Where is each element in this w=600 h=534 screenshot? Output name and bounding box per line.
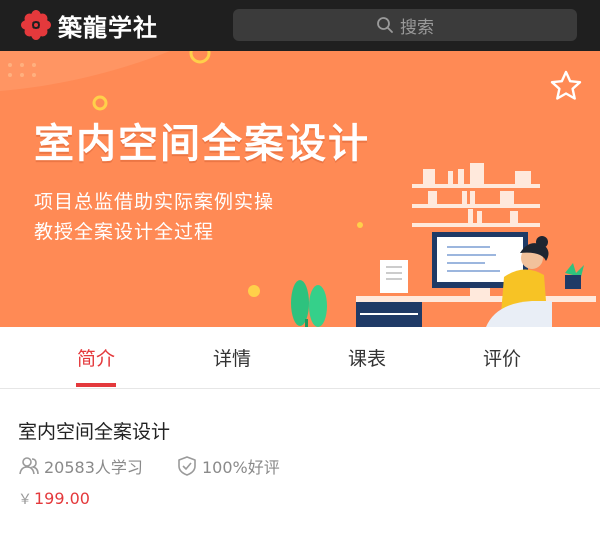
tab-details[interactable]: 详情 [172, 327, 292, 388]
course-tabs: 简介 详情 课表 评价 [0, 327, 600, 389]
banner-subtitle-line2: 教授全案设计全过程 [34, 221, 215, 243]
banner-title: 室内空间全案设计 [34, 121, 370, 167]
learner-count-text: 20583人学习 [44, 458, 143, 477]
search-input[interactable]: 搜索 [233, 9, 577, 41]
search-icon [377, 17, 393, 33]
currency-symbol: ￥ [18, 492, 32, 508]
course-banner[interactable]: 室内空间全案设计 项目总监借助实际案例实操 教授全案设计全过程 [0, 51, 600, 327]
learner-count: 20583人学习 [18, 454, 143, 478]
thumbs-badge-icon [178, 456, 196, 476]
star-outline-icon[interactable] [549, 69, 583, 103]
red-flower-logo-icon [21, 10, 51, 40]
top-bar: 築龍学社 搜索 [0, 0, 600, 51]
tab-reviews[interactable]: 评价 [442, 327, 562, 388]
banner-subtitle-line1: 项目总监借助实际案例实操 [34, 191, 275, 213]
price-value: 199.00 [34, 489, 90, 508]
tab-schedule[interactable]: 课表 [307, 327, 427, 388]
tab-intro[interactable]: 简介 [36, 327, 156, 388]
brand-logo[interactable]: 築龍学社 [20, 8, 158, 42]
users-icon [19, 457, 39, 475]
course-price: ￥ 199.00 [18, 489, 90, 509]
brand-name: 築龍学社 [58, 12, 158, 42]
search-placeholder: 搜索 [400, 17, 434, 38]
rating-text: 100%好评 [202, 458, 280, 477]
active-tab-indicator [76, 383, 116, 387]
course-title: 室内空间全案设计 [18, 421, 171, 443]
rating: 100%好评 [176, 454, 280, 478]
